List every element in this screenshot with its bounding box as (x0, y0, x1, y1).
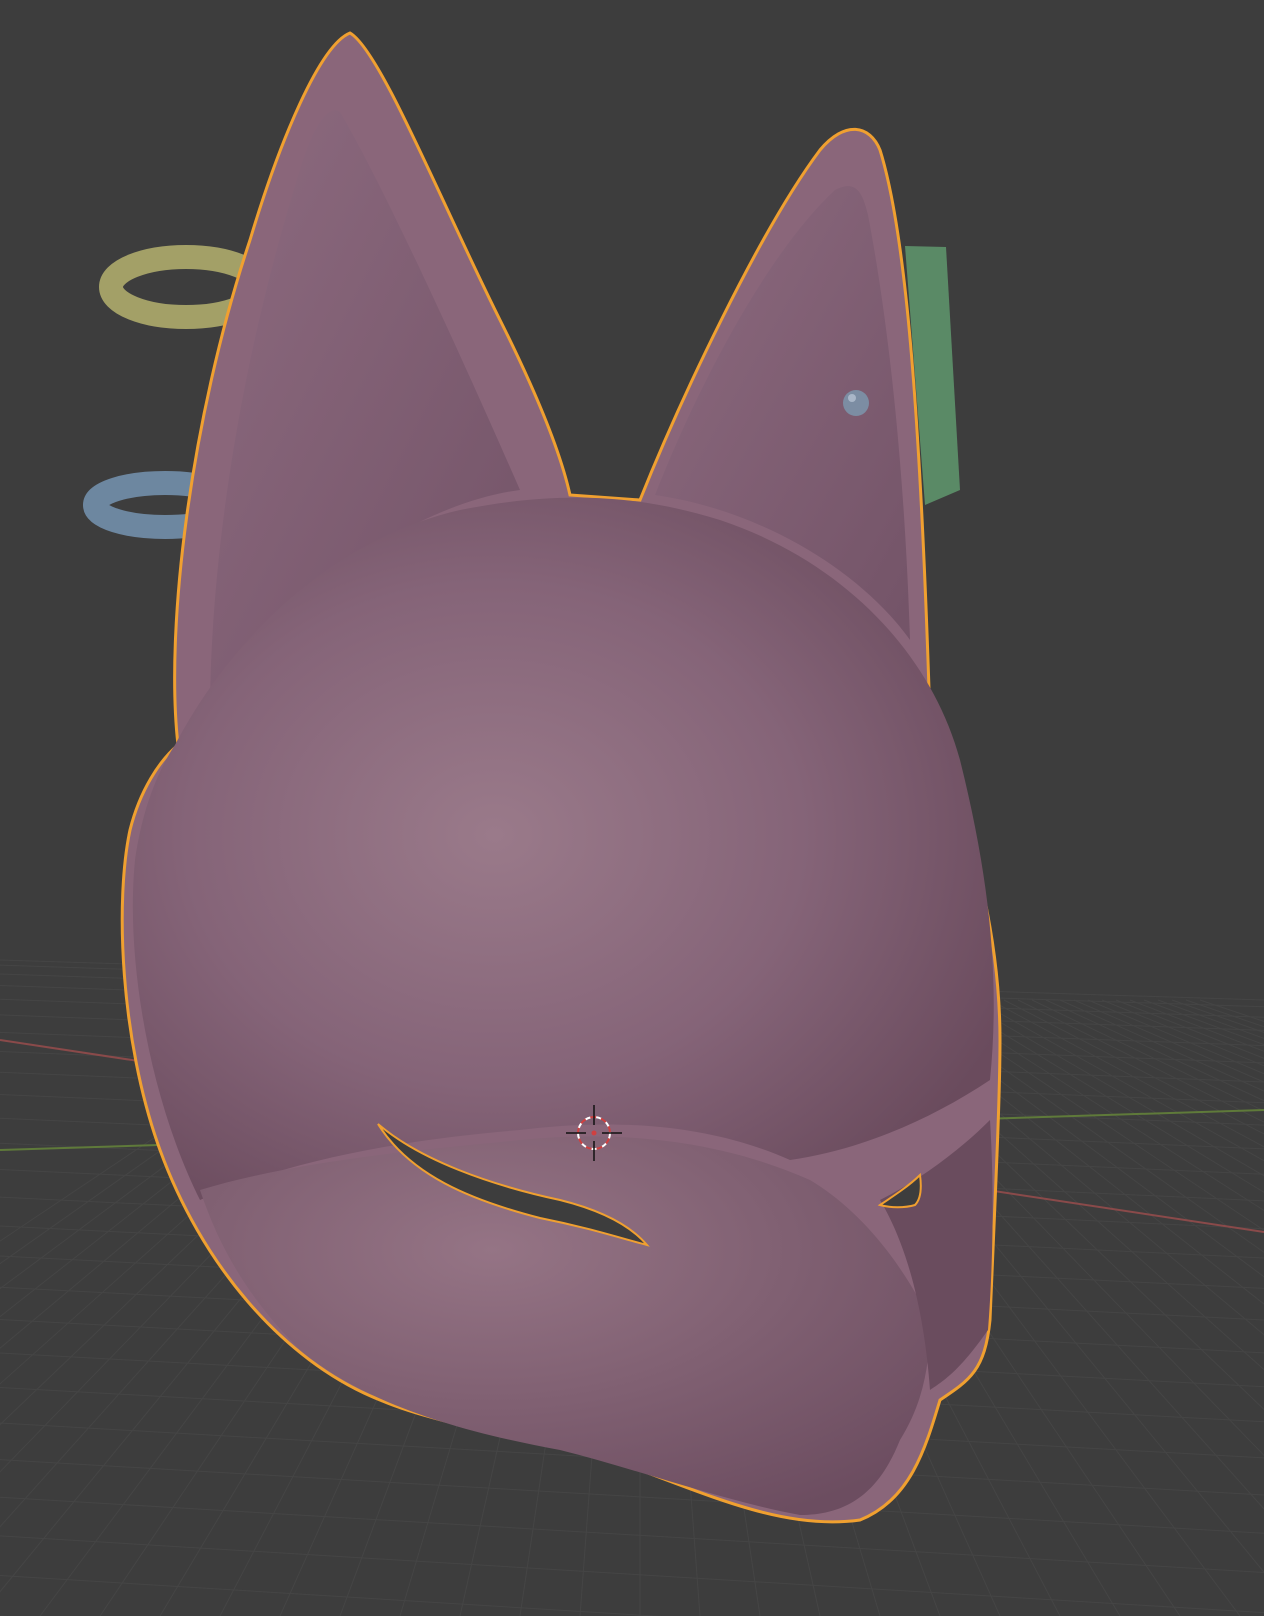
grid-line (1115, 999, 1264, 1059)
grid-line (0, 1574, 662, 1616)
grid-line (1129, 999, 1264, 1052)
3d-viewport[interactable] (0, 0, 1264, 1616)
grid-line (0, 1535, 1264, 1614)
grid-line (1087, 999, 1264, 1075)
fox-mask[interactable] (120, 31, 1002, 1524)
viewport-canvas[interactable] (0, 0, 1264, 1616)
grid-line (0, 1459, 1264, 1534)
grid-line (1171, 999, 1264, 1033)
grid-line (1031, 999, 1264, 1112)
snout (200, 1136, 930, 1515)
grid-line (1157, 999, 1264, 1039)
stud[interactable] (843, 390, 869, 416)
grid-line (0, 1496, 1264, 1573)
